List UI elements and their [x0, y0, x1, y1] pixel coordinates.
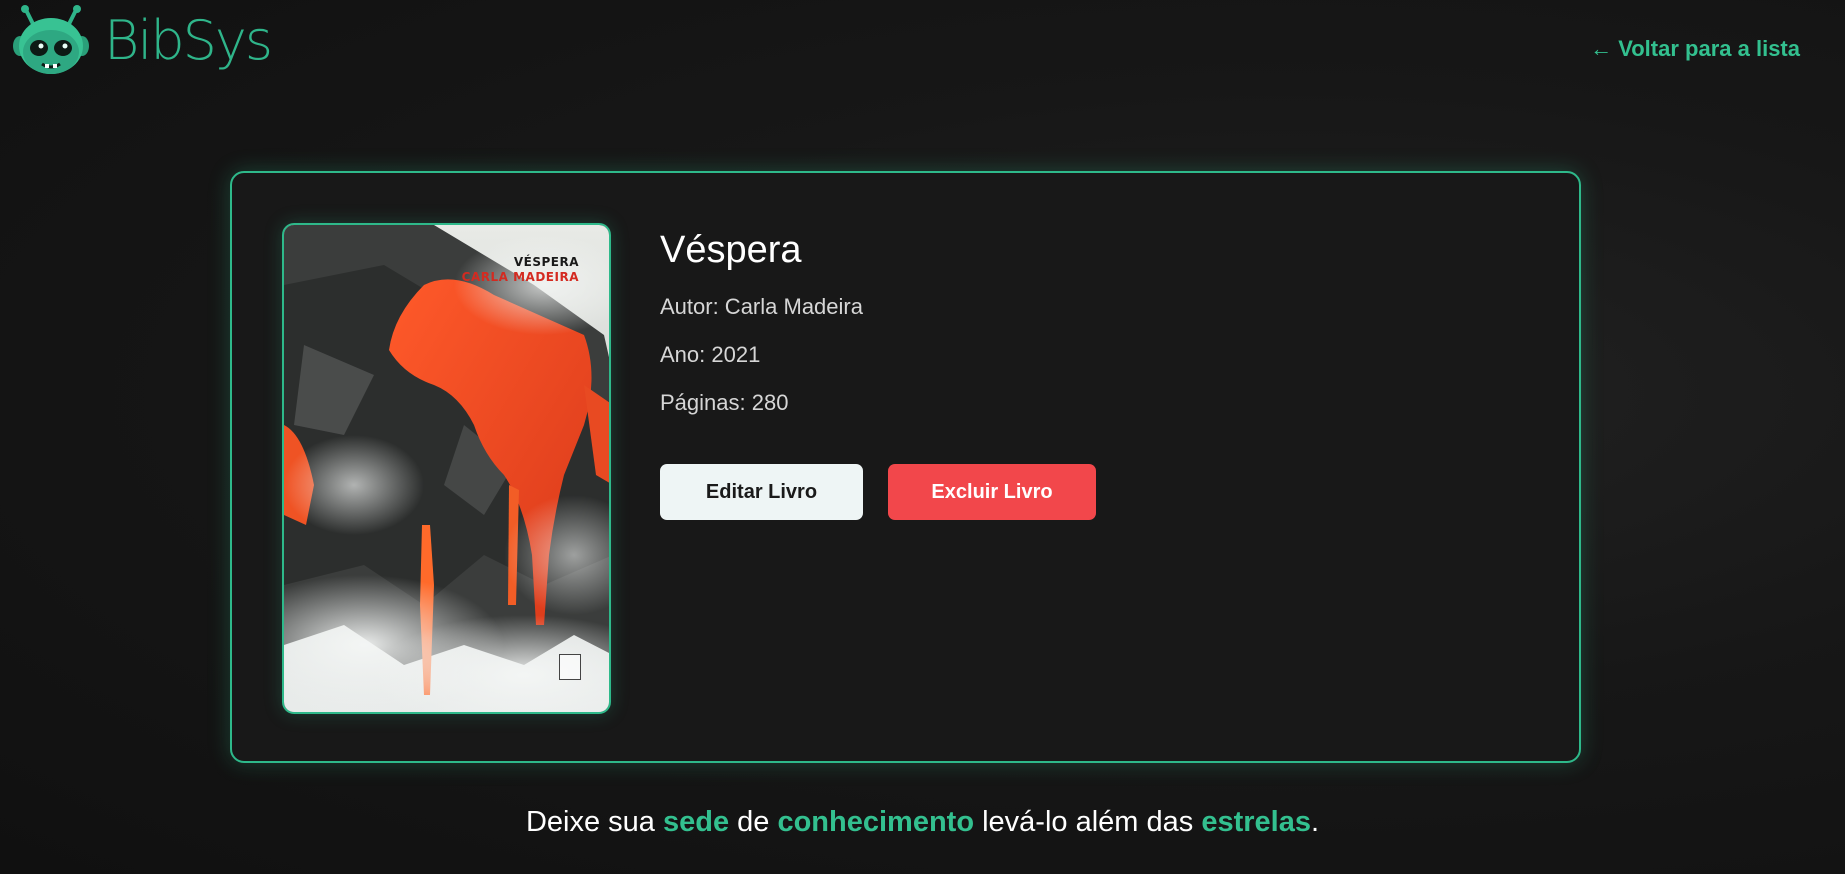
tagline-highlight: estrelas: [1201, 806, 1311, 838]
tagline-text: levá-lo além das: [974, 806, 1202, 838]
cover-title-block: VÉSPERA CARLA MADEIRA: [462, 255, 579, 285]
edit-book-button[interactable]: Editar Livro: [660, 464, 863, 520]
volcano-cover-art: [284, 225, 609, 712]
publisher-logo-icon: [559, 654, 581, 680]
tagline-text: de: [729, 806, 778, 838]
back-to-list-link[interactable]: ← Voltar para a lista: [1590, 36, 1800, 62]
book-author: Autor: Carla Madeira: [660, 294, 863, 319]
tagline-text: Deixe sua: [525, 806, 663, 838]
book-cover-image: VÉSPERA CARLA MADEIRA: [282, 223, 611, 714]
tagline-highlight: conhecimento: [777, 806, 975, 838]
cover-author-text: CARLA MADEIRA: [461, 270, 579, 284]
footer-tagline: Deixe sua sede de conhecimento levá-lo a…: [0, 806, 1845, 839]
book-year: Ano: 2021: [660, 342, 761, 367]
top-header: BibSys ← Voltar para a lista: [0, 0, 1845, 100]
book-pages: Páginas: 280: [660, 390, 789, 415]
action-buttons: Editar Livro Excluir Livro: [660, 464, 1096, 520]
cover-title-text: VÉSPERA: [513, 255, 579, 269]
tagline-highlight: sede: [662, 806, 730, 838]
brand-logo[interactable]: BibSys: [12, 4, 273, 82]
book-title: Véspera: [660, 229, 802, 271]
tagline-text: .: [1310, 806, 1320, 838]
alien-mascot-icon: [13, 5, 89, 74]
book-detail-card: VÉSPERA CARLA MADEIRA Véspera Autor: Car…: [230, 171, 1581, 763]
logo-text: BibSys: [104, 8, 273, 72]
delete-book-button[interactable]: Excluir Livro: [888, 464, 1096, 520]
book-info: Véspera Autor: Carla Madeira Ano: 2021 P…: [660, 229, 863, 438]
